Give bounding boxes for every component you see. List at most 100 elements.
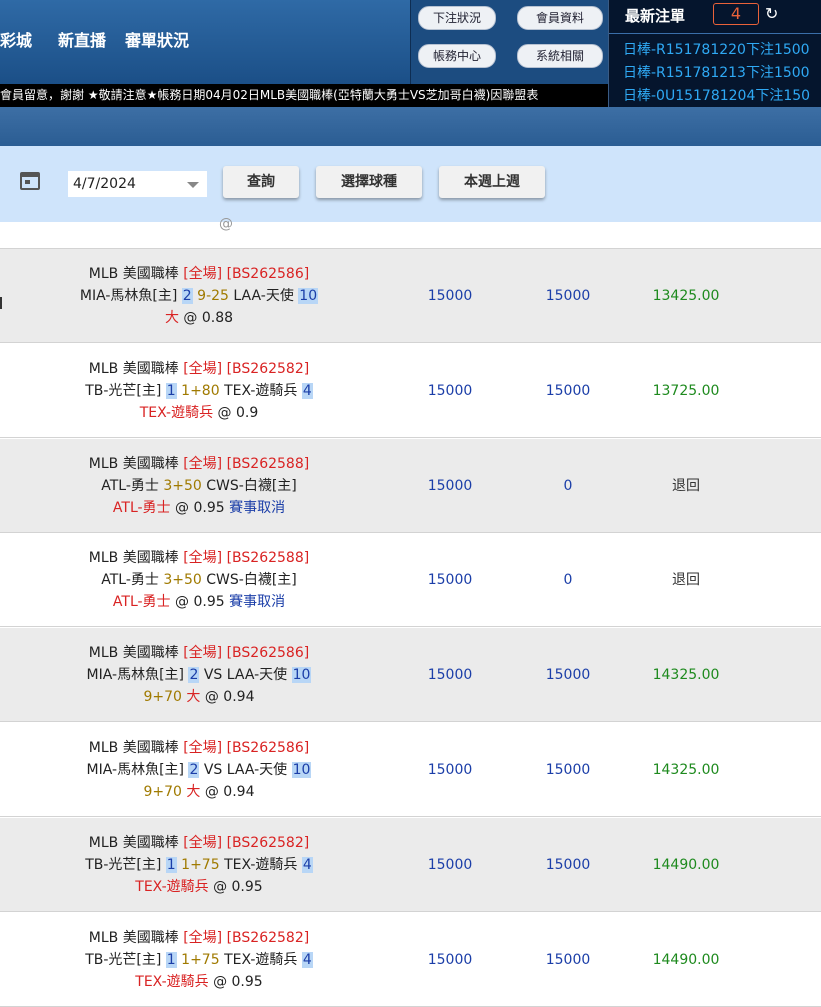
pick-line: 9+70 大 @ 0.94: [0, 686, 398, 708]
bet-details: MLB 美國職棒 [全場] [BS262588] ATL-勇士 3+50 CWS…: [0, 439, 398, 519]
period-tag: [全場]: [183, 550, 223, 566]
pick-text: ATL-勇士: [112, 500, 171, 516]
league-name: MLB 美國職棒: [88, 835, 179, 851]
header-button-group: 下注狀況 會員資料 帳務中心 系統相關: [410, 0, 609, 84]
period-tag: [全場]: [183, 645, 223, 661]
account-center-button[interactable]: 帳務中心: [418, 44, 496, 68]
bet-details: MLB 美國職棒 [全場] [BS262582] TB-光芒[主] 1 1+75…: [0, 913, 398, 993]
cancel-text: 賽事取消: [229, 594, 286, 610]
pick-line: 9+70 大 @ 0.94: [0, 781, 398, 803]
away-team: LAA-天使: [233, 288, 294, 304]
home-team: TB-光芒[主]: [85, 857, 162, 873]
table-row[interactable]: MLB 美國職棒 [全場] [BS262582] TB-光芒[主] 1 1+75…: [0, 913, 821, 1007]
away-team: TEX-遊騎兵: [224, 952, 298, 968]
pick-line: TEX-遊騎兵 @ 0.95: [0, 876, 398, 898]
league-line: MLB 美國職棒 [全場] [BS262582]: [0, 927, 398, 949]
latest-bets-panel: 最新注單 4 ↻ 日棒-R151781220下注1500 日棒-R1517812…: [608, 0, 821, 107]
date-value: 4/7/2024: [73, 176, 136, 192]
odds-text: @ 0.95: [175, 500, 225, 516]
nav-live[interactable]: 新直播: [58, 27, 106, 51]
away-team: CWS-白襪[主]: [206, 572, 297, 588]
home-score: 1: [165, 952, 177, 968]
home-score: 2: [181, 288, 193, 304]
period-tag: [全場]: [183, 740, 223, 756]
result-amount: 14490.00: [652, 857, 720, 873]
bet-amount: 15000: [427, 762, 473, 778]
query-button[interactable]: 查詢: [223, 166, 299, 198]
pick-text: 大: [186, 784, 201, 800]
member-info-button[interactable]: 會員資料: [517, 6, 603, 30]
bet-code: [BS262588]: [226, 550, 310, 566]
bet-amount: 15000: [427, 667, 473, 683]
valid-amount: 15000: [545, 857, 591, 873]
handicap-value: 9-25: [197, 288, 229, 304]
result-amount: 13725.00: [652, 383, 720, 399]
odds-text: @ 0.95: [213, 974, 263, 990]
match-line: ATL-勇士 3+50 CWS-白襪[主]: [0, 569, 398, 591]
valid-amount: 15000: [545, 667, 591, 683]
home-team: MIA-馬林魚[主]: [86, 667, 184, 683]
latest-bet-item[interactable]: 日棒-R151781220下注1500: [623, 39, 810, 59]
handicap-value: 1+75: [181, 857, 220, 873]
table-row[interactable]: MLB 美國職棒 [全場] [BS262586] MIA-馬林魚[主] 2 VS…: [0, 628, 821, 722]
home-team: MIA-馬林魚[主]: [86, 762, 184, 778]
latest-bets-title: 最新注單: [625, 7, 686, 25]
result-amount: 退回: [672, 478, 700, 494]
nav-brand: 彩城: [0, 31, 33, 50]
period-tag: [全場]: [183, 930, 223, 946]
valid-amount: 15000: [545, 288, 591, 304]
table-row[interactable]: MLB 美國職棒 [全場] [BS262582] TB-光芒[主] 1 1+80…: [0, 344, 821, 438]
bet-code: [BS262582]: [226, 930, 310, 946]
home-score: 2: [188, 762, 200, 778]
bet-code: [BS262588]: [226, 456, 310, 472]
bet-code: [BS262582]: [226, 361, 310, 377]
table-row[interactable]: MLB 美國職棒 [全場] [BS262582] TB-光芒[主] 1 1+75…: [0, 818, 821, 912]
away-score: 4: [301, 952, 313, 968]
league-name: MLB 美國職棒: [88, 740, 179, 756]
date-select[interactable]: 4/7/2024: [68, 171, 207, 197]
system-button[interactable]: 系統相關: [517, 44, 603, 68]
title-bar: [0, 107, 821, 146]
calendar-icon[interactable]: [20, 172, 40, 190]
pick-line: 大 @ 0.88: [0, 307, 398, 329]
valid-amount: 15000: [545, 383, 591, 399]
latest-bets-count: 4: [713, 3, 759, 25]
pick-line: TEX-遊騎兵 @ 0.95: [0, 971, 398, 993]
pick-text: 大: [164, 310, 179, 326]
pick-line: TEX-遊騎兵 @ 0.9: [0, 402, 398, 424]
valid-amount: 0: [563, 478, 573, 494]
table-row[interactable]: MLB 美國職棒 [全場] [BS262588] ATL-勇士 3+50 CWS…: [0, 533, 821, 627]
league-line: MLB 美國職棒 [全場] [BS262582]: [0, 358, 398, 380]
latest-bet-item[interactable]: 日棒-R151781213下注1500: [623, 62, 810, 82]
result-amount: 13425.00: [652, 288, 720, 304]
bet-amount: 15000: [427, 857, 473, 873]
nav-review[interactable]: 審單狀況: [125, 27, 189, 51]
week-range-button[interactable]: 本週上週: [439, 166, 545, 198]
latest-bet-item[interactable]: 日棒-0U151781204下注150: [623, 85, 810, 105]
home-team: MIA-馬林魚[主]: [79, 288, 178, 304]
away-team: TEX-遊騎兵: [224, 857, 298, 873]
match-line: MIA-馬林魚[主] 2 9-25 LAA-天使 10: [0, 285, 398, 307]
bet-amount: 15000: [427, 288, 473, 304]
match-line: TB-光芒[主] 1 1+75 TEX-遊騎兵 4: [0, 854, 398, 876]
bet-amount: 15000: [427, 383, 473, 399]
table-row[interactable]: MLB 美國職棒 [全場] [BS262588] ATL-勇士 3+50 CWS…: [0, 439, 821, 533]
table-row[interactable]: MLB 美國職棒 [全場] [BS262586] MIA-馬林魚[主] 2 9-…: [0, 249, 821, 343]
match-line: ATL-勇士 3+50 CWS-白襪[主]: [0, 475, 398, 497]
league-name: MLB 美國職棒: [88, 930, 179, 946]
league-line: MLB 美國職棒 [全場] [BS262588]: [0, 453, 398, 475]
refresh-icon[interactable]: ↻: [765, 4, 778, 23]
select-sport-button[interactable]: 選擇球種: [316, 166, 422, 198]
league-line: MLB 美國職棒 [全場] [BS262588]: [0, 547, 398, 569]
pick-line: ATL-勇士 @ 0.95 賽事取消: [0, 497, 398, 519]
bet-status-button[interactable]: 下注狀況: [418, 6, 496, 30]
table-row[interactable]: MLB 美國職棒 [全場] [BS262586] MIA-馬林魚[主] 2 VS…: [0, 723, 821, 817]
away-score: 10: [291, 762, 312, 778]
away-score: 10: [298, 288, 319, 304]
away-score: 4: [301, 383, 313, 399]
league-name: MLB 美國職棒: [88, 266, 179, 282]
bet-code: [BS262586]: [226, 266, 310, 282]
period-tag: [全場]: [183, 361, 223, 377]
odds-text: @ 0.95: [213, 879, 263, 895]
odds-text: @ 0.94: [204, 784, 255, 800]
